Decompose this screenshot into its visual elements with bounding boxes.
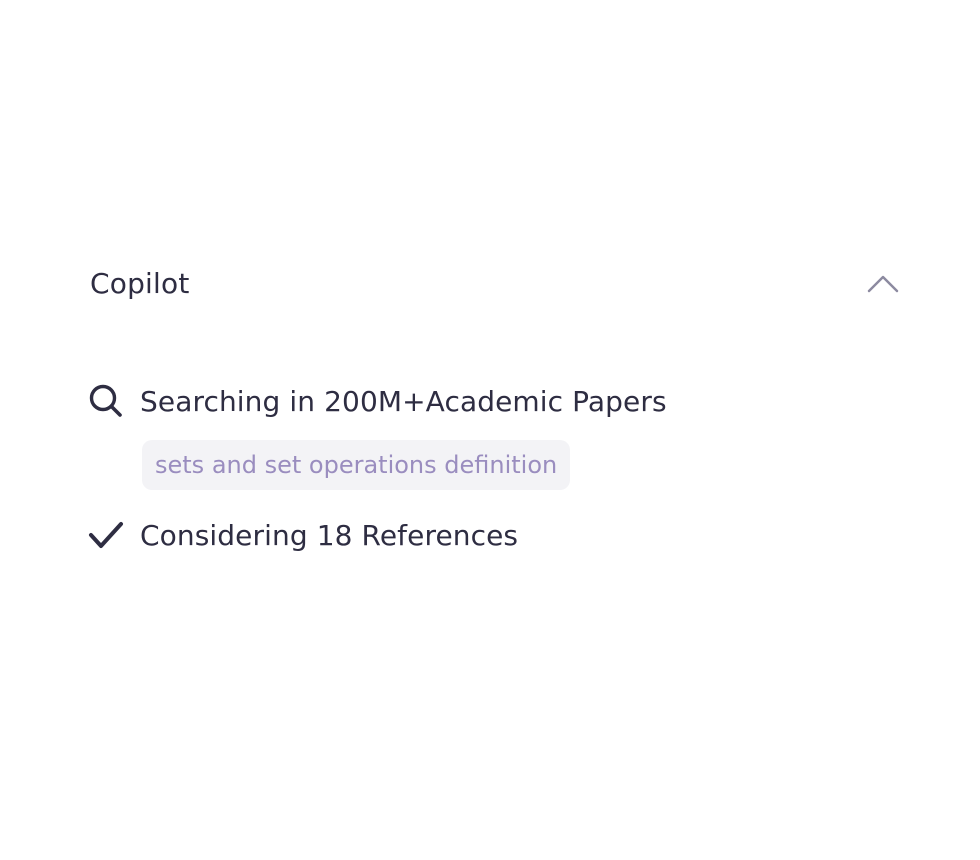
step-searching: Searching in 200M+Academic Papers — [88, 380, 900, 422]
copilot-title: Copilot — [90, 266, 190, 300]
check-icon — [88, 517, 124, 553]
search-icon — [88, 383, 124, 419]
copilot-steps: Searching in 200M+Academic Papers sets a… — [88, 380, 900, 552]
copilot-header[interactable]: Copilot — [90, 262, 900, 304]
step-considering-label: Considering 18 References — [140, 518, 519, 552]
collapse-button[interactable] — [866, 268, 900, 298]
search-query-chip[interactable]: sets and set operations definition — [142, 440, 571, 490]
step-searching-label: Searching in 200M+Academic Papers — [140, 384, 667, 418]
copilot-panel: Copilot Searching in 200M+Academic Paper… — [89, 262, 900, 552]
step-considering: Considering 18 References — [88, 514, 900, 556]
chevron-up-icon — [867, 275, 899, 293]
